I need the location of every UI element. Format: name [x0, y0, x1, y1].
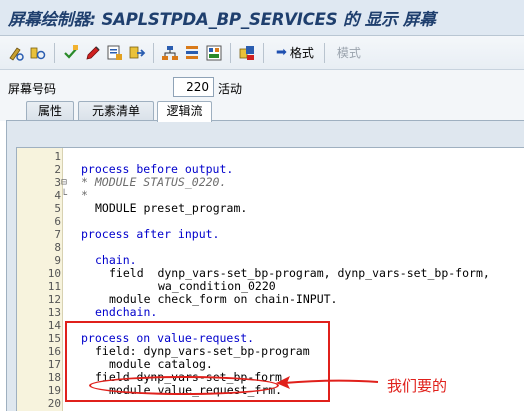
- line-number: 1: [54, 150, 61, 163]
- line-number: 5: [54, 202, 61, 215]
- check-icon[interactable]: [61, 43, 81, 63]
- line-number: 19: [47, 384, 61, 397]
- screen-number-label: 屏幕号码: [8, 82, 57, 96]
- tab-flow-logic[interactable]: 逻辑流: [157, 101, 212, 122]
- where-used-icon[interactable]: [105, 43, 125, 63]
- element-list-icon[interactable]: [182, 43, 202, 63]
- display-change-icon[interactable]: [6, 43, 26, 63]
- line-number: 14: [47, 319, 61, 332]
- screen-number-field[interactable]: 220: [173, 77, 214, 97]
- fold-collapse-icon[interactable]: ⊟: [61, 176, 67, 189]
- layout-icon[interactable]: [204, 43, 224, 63]
- code-comment-line: *: [81, 188, 88, 202]
- toolbar-separator: [230, 42, 231, 63]
- line-number: 13: [47, 306, 61, 319]
- pencil-icon[interactable]: [83, 43, 103, 63]
- code-line: endchain.: [95, 305, 158, 319]
- line-number: 6: [54, 215, 61, 228]
- title-bar: 屏幕绘制器: SAPLSTPDA_BP_SERVICES 的 显示 屏幕: [0, 0, 524, 36]
- flow-logic-editor[interactable]: 1 2 3 4 5 6 7 8 9 10 11 12 13 14 15 16 1…: [16, 147, 524, 411]
- code-line: process after input.: [81, 227, 220, 241]
- line-number: 2: [54, 163, 61, 176]
- line-number: 12: [47, 293, 61, 306]
- toolbar-separator: [54, 42, 55, 63]
- line-number: 20: [47, 397, 61, 410]
- line-number: 18: [47, 371, 61, 384]
- code-line: MODULE preset_program.: [95, 201, 248, 215]
- arrow-right-icon: ➡: [276, 45, 287, 60]
- tab-element-list[interactable]: 元素清单: [78, 101, 154, 121]
- hierarchy-icon[interactable]: [160, 43, 180, 63]
- tab-strip: 属性 元素清单 逻辑流: [0, 101, 524, 122]
- screen-number-row: 屏幕号码 220 活动: [0, 70, 524, 104]
- line-number: 8: [54, 241, 61, 254]
- annotation-text: 我们要的: [387, 377, 448, 395]
- object-list-icon[interactable]: [237, 43, 257, 63]
- application-toolbar: ➡ 格式 模式: [0, 36, 524, 70]
- toolbar-separator: [323, 42, 325, 63]
- mode-button[interactable]: 模式: [331, 42, 367, 64]
- line-number: 17: [47, 358, 61, 371]
- screen-status: 活动: [218, 82, 243, 96]
- window-title: 屏幕绘制器: SAPLSTPDA_BP_SERVICES 的 显示 屏幕: [8, 9, 436, 29]
- line-number: 15: [47, 332, 61, 345]
- line-number: 7: [54, 228, 61, 241]
- line-number: 16: [47, 345, 61, 358]
- tab-attributes[interactable]: 属性: [26, 101, 74, 121]
- fold-end-icon: └: [61, 190, 68, 201]
- toolbar-separator: [153, 42, 154, 63]
- line-number: 10: [47, 267, 61, 280]
- navigate-icon[interactable]: [127, 43, 147, 63]
- code-comment-line: * MODULE STATUS_0220.: [81, 175, 227, 189]
- format-button[interactable]: ➡ 格式: [270, 42, 320, 64]
- line-number: 3: [54, 176, 61, 189]
- line-number: 9: [54, 254, 61, 267]
- line-number: 4: [54, 189, 61, 202]
- line-number: 11: [47, 280, 61, 293]
- other-object-icon[interactable]: [28, 43, 48, 63]
- code-line: module value_request_frm.: [109, 383, 283, 397]
- toolbar-separator: [263, 42, 264, 63]
